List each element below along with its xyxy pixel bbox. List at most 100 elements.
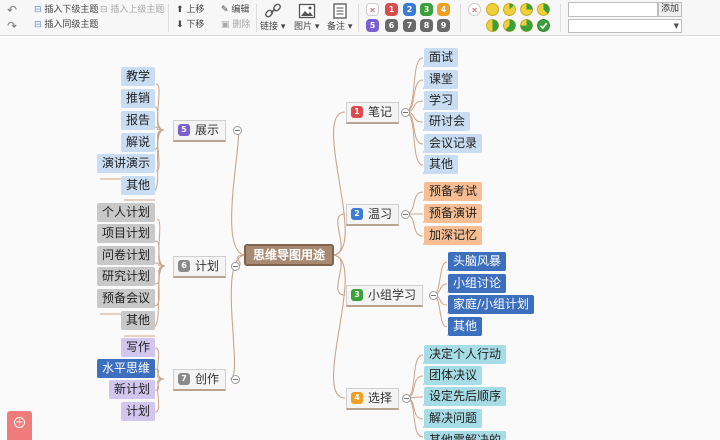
subtopic[interactable]: 推销 <box>121 89 156 108</box>
subtopic[interactable]: 报告 <box>121 111 156 130</box>
insert-sibling-button[interactable]: ⊟ 插入同级主题 <box>34 20 98 31</box>
image-icon[interactable] <box>298 3 316 19</box>
note-icon[interactable] <box>331 3 349 19</box>
progress-4-8-icon[interactable] <box>486 19 499 32</box>
progress-2-8-icon[interactable] <box>520 3 533 16</box>
collapse-toggle[interactable] <box>233 126 242 135</box>
topic-biji[interactable]: 1 笔记 <box>346 102 400 124</box>
topic-jihua[interactable]: 6 计划 <box>173 256 227 278</box>
subtopic[interactable]: 头脑风暴 <box>448 252 507 271</box>
subtopic[interactable]: 预备考试 <box>424 182 483 201</box>
priority-1-icon: 1 <box>351 105 363 118</box>
subtopic[interactable]: 其他 <box>424 155 459 174</box>
priority-4-icon[interactable]: 4 <box>437 3 450 16</box>
subtopic[interactable]: 解说 <box>121 133 156 152</box>
progress-0-icon[interactable] <box>486 3 499 16</box>
topic-label: 笔记 <box>368 105 393 119</box>
priority-3-icon[interactable]: 3 <box>420 3 433 16</box>
priority-7-icon[interactable]: 7 <box>403 19 416 32</box>
subtopic[interactable]: 演讲演示 <box>97 154 156 173</box>
subtopic[interactable]: 决定个人行动 <box>424 345 507 364</box>
redo-icon[interactable]: ↷ <box>7 20 17 32</box>
priority-3-icon: 3 <box>351 288 363 301</box>
subtopic[interactable]: 问卷计划 <box>97 246 156 265</box>
collapse-toggle[interactable] <box>402 394 411 403</box>
subtopic[interactable]: 学习 <box>424 91 459 110</box>
image-menu[interactable]: 图片 ▾ <box>294 22 319 33</box>
subtopic[interactable]: 家庭/小组计划 <box>448 295 535 314</box>
topic-zhanshi[interactable]: 5 展示 <box>173 120 227 142</box>
edit-button[interactable]: ✎ 编辑 <box>221 5 249 16</box>
note-menu[interactable]: 备注 ▾ <box>327 22 352 33</box>
subtopic[interactable]: 面试 <box>424 48 459 67</box>
subtopic[interactable]: 写作 <box>121 338 156 357</box>
subtopic[interactable]: 小组讨论 <box>448 274 507 293</box>
subtopic[interactable]: 水平思维 <box>97 359 156 378</box>
add-button[interactable]: 添加 <box>658 2 682 17</box>
collapse-toggle[interactable] <box>401 108 410 117</box>
subtopic[interactable]: 团体决议 <box>424 366 483 385</box>
priority-5-icon[interactable]: 5 <box>366 19 379 32</box>
subtopic[interactable]: 加深记忆 <box>424 226 483 245</box>
tag-select[interactable]: ▼ <box>568 19 682 33</box>
zoom-button[interactable]: + <box>7 411 32 440</box>
subtopic[interactable]: 研讨会 <box>424 112 471 131</box>
link-icon[interactable] <box>264 3 282 19</box>
priority-clear-icon[interactable]: ✕ <box>366 3 379 16</box>
priority-2-icon[interactable]: 2 <box>403 3 416 16</box>
arrow-up-icon: ⬆ <box>176 5 184 15</box>
topic-xuanze[interactable]: 4 选择 <box>346 388 400 410</box>
collapse-toggle[interactable] <box>429 291 438 300</box>
insert-parent-button[interactable]: ⊟ 插入上级主题 <box>100 5 164 16</box>
subtopic[interactable]: 个人计划 <box>97 203 156 222</box>
subtopic[interactable]: 其他 <box>448 317 483 336</box>
topic-label: 选择 <box>368 391 393 405</box>
progress-clear-icon[interactable]: ✕ <box>468 3 481 16</box>
subtopic[interactable]: 项目计划 <box>97 224 156 243</box>
subtopic[interactable]: 其他 <box>121 311 156 330</box>
progress-6-8-icon[interactable] <box>520 19 533 32</box>
subtopic[interactable]: 新计划 <box>109 380 156 399</box>
link-menu[interactable]: 链接 ▾ <box>260 22 285 33</box>
move-down-button[interactable]: ⬇ 下移 <box>176 20 204 31</box>
topic-xiaozu[interactable]: 3 小组学习 <box>346 285 424 307</box>
collapse-toggle[interactable] <box>231 375 240 384</box>
delete-button[interactable]: ▣ 删除 <box>221 20 250 31</box>
subtopic[interactable]: 教学 <box>121 67 156 86</box>
topic-wenxi[interactable]: 2 温习 <box>346 204 400 226</box>
subtopic[interactable]: 设定先后顺序 <box>424 387 507 406</box>
subtopic[interactable]: 预备会议 <box>97 289 156 308</box>
progress-done-icon[interactable] <box>537 19 550 32</box>
priority-1-icon[interactable]: 1 <box>385 3 398 16</box>
insert-child-button[interactable]: ⊟ 插入下级主题 <box>34 5 98 16</box>
toolbar-separator <box>256 4 257 32</box>
root-topic[interactable]: 思维导图用途 <box>244 244 334 266</box>
subtopic[interactable]: 计划 <box>121 402 156 421</box>
plus-icon: + <box>14 417 25 428</box>
undo-icon[interactable]: ↶ <box>7 4 17 16</box>
subtopic[interactable]: 其他需解决的 <box>424 431 507 440</box>
subtopic[interactable]: 课堂 <box>424 70 459 89</box>
trash-icon: ▣ <box>221 20 230 30</box>
move-up-button[interactable]: ⬆ 上移 <box>176 5 204 16</box>
caret-down-icon: ▾ <box>280 22 286 32</box>
subtopic[interactable]: 会议记录 <box>424 134 483 153</box>
priority-8-icon[interactable]: 8 <box>420 19 433 32</box>
topic-chuangzuo[interactable]: 7 创作 <box>173 369 227 391</box>
caret-down-icon: ▾ <box>347 22 353 32</box>
mindmap-canvas[interactable]: 思维导图用途 5 展示 6 计划 7 创作 1 笔记 2 温习 3 小组学习 4 选择 教学 … <box>0 37 720 440</box>
priority-2-icon: 2 <box>351 207 363 220</box>
priority-6-icon[interactable]: 6 <box>385 19 398 32</box>
subtopic[interactable]: 预备演讲 <box>424 204 483 223</box>
subtopic[interactable]: 研究计划 <box>97 267 156 286</box>
progress-5-8-icon[interactable] <box>503 19 516 32</box>
tag-input[interactable] <box>568 2 658 17</box>
topic-label: 计划 <box>195 259 220 273</box>
subtopic[interactable]: 其他 <box>121 176 156 195</box>
subtopic[interactable]: 解决问题 <box>424 409 483 428</box>
collapse-toggle[interactable] <box>401 210 410 219</box>
priority-9-icon[interactable]: 9 <box>437 19 450 32</box>
progress-1-8-icon[interactable] <box>503 3 516 16</box>
progress-3-8-icon[interactable] <box>537 3 550 16</box>
collapse-toggle[interactable] <box>231 262 240 271</box>
